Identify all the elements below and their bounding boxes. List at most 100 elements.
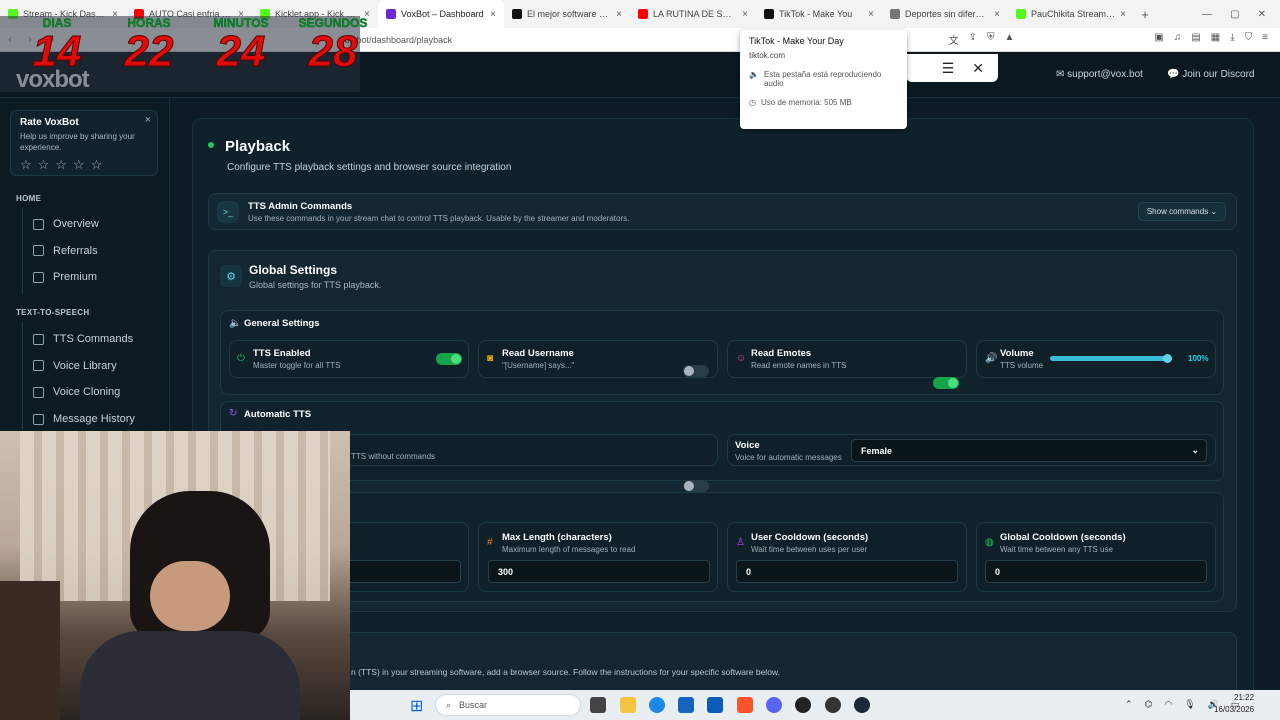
window-close-icon[interactable]: ✕ [1258,9,1266,20]
translate-icon[interactable]: 文 [949,32,959,47]
popup-memory-row: ◷ Uso de memoria: 505 MB [749,98,898,107]
rate-close-icon[interactable]: × [145,114,151,126]
read-emotes-toggle[interactable] [933,377,959,389]
tab-close-icon[interactable]: × [616,9,622,20]
global-title: Global Settings [249,263,338,277]
taskbar-search-label: Buscar [459,700,488,710]
global-cooldown-input[interactable]: 0 [985,560,1207,583]
sidebar-item-label: Voice Cloning [53,386,121,399]
tts-enabled-toggle[interactable] [436,353,462,365]
sidebar-icon[interactable]: ▣ [1154,32,1163,47]
sidebar-item-premium[interactable]: Premium [33,271,97,283]
tab-title: PauChikita Stream - W [1031,9,1116,19]
tab-close-icon[interactable]: × [868,9,874,20]
mic-icon[interactable]: 🎙 [1184,699,1195,710]
maximize-icon[interactable]: ▢ [1230,9,1239,20]
sidebar-item-overview[interactable]: Overview [33,218,99,230]
auto-tts-desc: TTS without commands [351,452,436,461]
store-icon[interactable] [678,697,694,713]
rating-stars[interactable]: ☆☆☆☆☆ [20,157,148,173]
user-cooldown-input[interactable]: 0 [736,560,958,583]
volume-slider-track[interactable] [1050,356,1172,361]
taskbar-search[interactable]: ⌕ Buscar [435,694,581,716]
share-icon[interactable]: ⇪ [969,32,977,47]
task-view-icon[interactable] [590,697,606,713]
vpn-icon[interactable]: ⛉ [1245,32,1253,47]
max-length-input[interactable]: 300 [488,560,710,583]
volume-value: 100% [1188,354,1209,363]
hamburger-icon[interactable]: ☰ [942,60,955,77]
read-username-toggle[interactable] [683,365,709,377]
new-tab-icon[interactable]: + [1134,7,1156,22]
volume-slider-fill [1050,356,1172,361]
power-icon: ⏻ [237,353,245,364]
popup-memory-text: Uso de memoria: 505 MB [760,98,852,107]
first-limit-input[interactable] [340,560,461,583]
chevron-up-icon[interactable]: ⌃ [1125,699,1133,710]
browser-tab[interactable]: VoxBot – Dashboard × [378,0,504,28]
speaker-icon: 🔈 [229,318,242,329]
brave-shield-icon[interactable]: ⛨ [987,32,995,47]
sidebar-item-message-history[interactable]: Message History [33,413,135,425]
browser-source-text: n (TTS) in your streaming software, add … [351,667,780,677]
support-link[interactable]: ✉ support@vox.bot [1056,69,1143,80]
toggle-knob [948,378,958,388]
minimize-icon[interactable]: — [1202,9,1212,20]
rate-card: Rate VoxBot Help us improve by sharing y… [10,110,158,176]
browser-tab[interactable]: PauChikita Stream - W × [1008,0,1134,28]
show-commands-button[interactable]: Show commands ⌄ [1138,202,1226,221]
tab-close-icon[interactable]: × [490,9,496,20]
auto-tts-toggle[interactable] [683,480,709,492]
user-icon: ♙ [736,537,745,548]
menu-icon[interactable]: ≡ [1262,32,1268,47]
tab-close-icon[interactable]: × [1120,9,1126,20]
read-emotes-row [727,340,967,378]
tab-favicon-icon [1016,9,1026,19]
discord-link[interactable]: 💬 Join our Discord [1167,69,1255,80]
browser-tab[interactable]: TikTok - Make You × [756,0,882,28]
tab-favicon-icon [638,9,648,19]
tab-close-icon[interactable]: × [742,9,748,20]
obs-icon[interactable] [795,697,811,713]
recording-app-icon[interactable] [825,697,841,713]
automatic-title: Automatic TTS [244,409,312,420]
sidebar-item-referrals[interactable]: Referrals [33,245,98,257]
nav-item-icon [33,245,44,257]
taskbar-clock[interactable]: 21:22 16/03/2026 [1214,692,1254,716]
global-cooldown-desc: Wait time between any TTS use [1000,545,1113,554]
network-icon[interactable]: ⌬ [1145,699,1153,710]
steam-icon[interactable] [854,697,870,713]
reader-icon[interactable]: ▤ [1191,32,1200,47]
admin-commands-card [208,193,1237,230]
browser-tab[interactable]: El mejor software para pod × [504,0,630,28]
windows-start-icon[interactable]: ⊞ [410,696,423,716]
voice-select[interactable]: Female ⌄ [851,439,1207,462]
wifi-icon[interactable]: ◠ [1164,699,1172,710]
rate-subtitle: Help us improve by sharing your experien… [20,132,135,152]
tab-close-icon[interactable]: × [994,9,1000,20]
nav-item-icon [33,386,44,398]
file-explorer-icon[interactable] [620,697,636,713]
brave-icon[interactable] [737,697,753,713]
volume-slider-thumb[interactable] [1163,354,1172,363]
browser-tab[interactable]: Deportes sin diferencia fis × [882,0,1008,28]
webcam-person-face [150,561,230,631]
sidebar-item-tts-commands[interactable]: TTS Commands [33,333,133,345]
close-icon[interactable]: ✕ [972,60,984,77]
music-icon[interactable]: ♫ [1174,32,1182,47]
terminal-icon: >_ [217,201,239,223]
download-icon[interactable]: ⤓ [1230,32,1234,47]
browser-tab[interactable]: LA RUTINA DE SAITAMA × [630,0,756,28]
read-emotes-label: Read Emotes [751,348,812,359]
edge-icon[interactable] [649,697,665,713]
countdown-value: 14 [32,27,82,76]
max-length-desc: Maximum length of messages to read [502,545,636,554]
rewards-icon[interactable]: ▲ [1004,32,1014,47]
countdown-unit: MINUTOS 24 [206,16,276,74]
outlook-icon[interactable] [707,697,723,713]
discord-app-icon[interactable] [766,697,782,713]
sidebar-item-voice-cloning[interactable]: Voice Cloning [33,386,120,398]
wallet-icon[interactable]: ▦ [1211,32,1220,47]
sidebar-item-voice-library[interactable]: Voice Library [33,360,117,372]
tab-title: LA RUTINA DE SAITAMA [653,9,737,19]
